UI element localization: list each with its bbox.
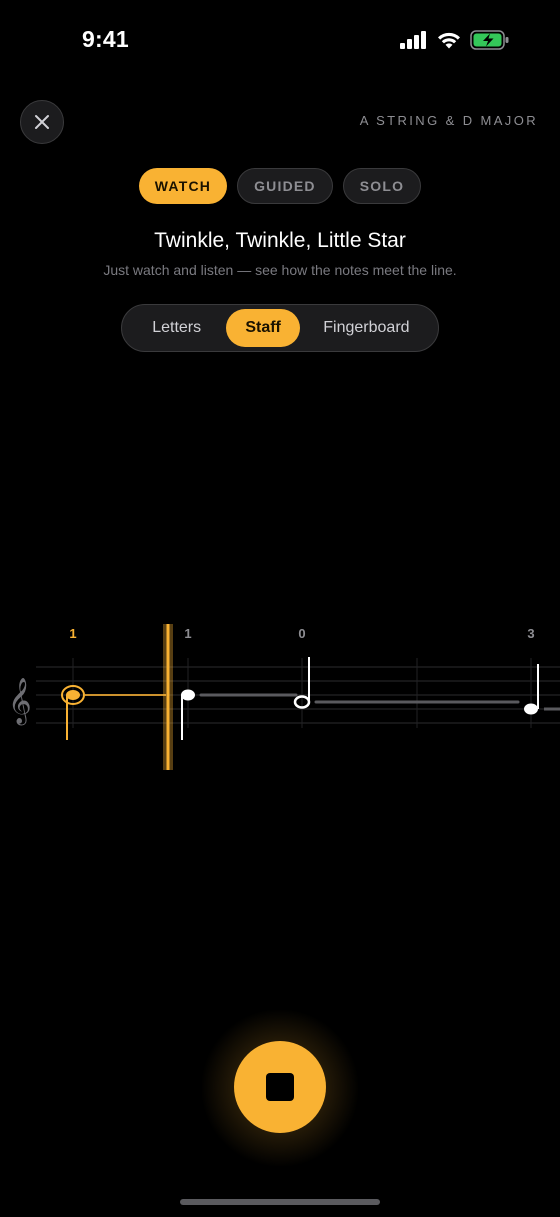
home-indicator[interactable] <box>180 1199 380 1205</box>
stop-icon <box>266 1073 294 1101</box>
status-icons <box>400 30 510 50</box>
lesson-caption: A STRING & D MAJOR <box>359 113 538 128</box>
view-option-fingerboard[interactable]: Fingerboard <box>300 309 433 347</box>
battery-charging-icon <box>470 30 509 50</box>
finger-number: 0 <box>298 626 305 641</box>
treble-clef-icon: 𝄞 <box>8 678 32 726</box>
song-title: Twinkle, Twinkle, Little Star <box>154 229 406 252</box>
staff-notation: 1 1 0 3 𝄞 <box>8 624 560 770</box>
finger-number: 3 <box>527 626 534 641</box>
stop-button[interactable] <box>234 1041 326 1133</box>
tab-watch[interactable]: WATCH <box>138 168 228 204</box>
close-button[interactable] <box>20 100 64 144</box>
view-toggle: Letters Staff Fingerboard <box>121 304 439 352</box>
beat-lines <box>72 658 532 728</box>
close-icon <box>35 115 49 129</box>
view-option-letters[interactable]: Letters <box>127 309 226 347</box>
tab-solo[interactable]: SOLO <box>342 168 422 204</box>
view-option-staff[interactable]: Staff <box>226 309 300 347</box>
song-subtitle: Just watch and listen — see how the note… <box>103 262 457 278</box>
wifi-icon <box>438 32 460 48</box>
playhead <box>163 624 173 770</box>
status-time: 9:41 <box>82 26 129 52</box>
tab-guided[interactable]: GUIDED <box>237 168 333 204</box>
finger-number: 1 <box>184 626 191 641</box>
mode-tabs: WATCH GUIDED SOLO <box>0 168 560 204</box>
cellular-signal-icon <box>400 31 426 49</box>
finger-number: 1 <box>69 626 76 641</box>
